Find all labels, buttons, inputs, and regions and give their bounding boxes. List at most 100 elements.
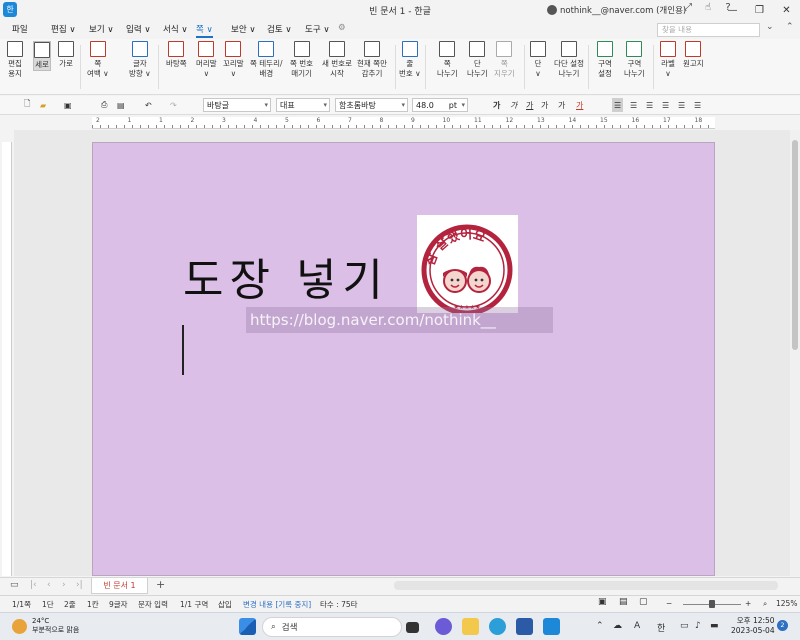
prev-tab-icon[interactable]: ‹ xyxy=(47,580,51,590)
ribbon-button-11[interactable]: 현재 쪽만 감추기 xyxy=(357,41,387,79)
next-tab-icon[interactable]: › xyxy=(62,580,66,590)
notification-badge[interactable]: 2 xyxy=(777,620,788,631)
vertical-ruler[interactable] xyxy=(2,142,12,576)
status-track-changes[interactable]: 변경 내용 [기록 중지] xyxy=(243,599,311,610)
volume-icon[interactable]: ♪ xyxy=(695,621,701,631)
font-select[interactable]: 함초롬바탕 ▾ xyxy=(335,98,408,112)
new-doc-icon[interactable]: 🗋 xyxy=(24,98,30,112)
print-preview-icon[interactable]: ▤ xyxy=(117,98,125,112)
close-icon[interactable]: ✕ xyxy=(773,0,800,20)
ribbon-toggle-icon[interactable]: ⌃ xyxy=(786,22,794,32)
ribbon-button-16[interactable]: 단 ∨ xyxy=(530,41,546,79)
redo-icon[interactable]: ↷ xyxy=(170,98,177,112)
battery-icon[interactable]: ▬ xyxy=(710,621,719,631)
menu-edit[interactable]: 편집 ∨ xyxy=(51,23,76,35)
start-icon[interactable] xyxy=(239,618,256,635)
open-folder-icon[interactable]: ▰ xyxy=(40,98,46,112)
ribbon-button-19[interactable]: 구역 나누기 xyxy=(624,41,645,79)
ruler-corner[interactable] xyxy=(0,116,14,130)
touch-icon[interactable]: ☝ xyxy=(701,2,715,13)
horizontal-scrollbar[interactable] xyxy=(394,581,778,590)
file-explorer-icon[interactable] xyxy=(462,618,479,635)
minimize-icon[interactable]: — xyxy=(719,0,746,20)
zoom-search-icon[interactable]: ⌕ xyxy=(763,599,767,609)
normal-view-icon[interactable]: ▣ xyxy=(598,597,607,607)
menu-security[interactable]: 보안 ∨ xyxy=(231,23,256,35)
menu-insert[interactable]: 입력 ∨ xyxy=(126,23,151,35)
font-lang-select[interactable]: 대표 ▾ xyxy=(276,98,330,112)
ribbon-button-5[interactable]: 바탕쪽 xyxy=(166,41,187,69)
style-select[interactable]: 바탕글 ▾ xyxy=(203,98,271,112)
ribbon-button-14[interactable]: 단 나누기 xyxy=(467,41,488,79)
sheet-list-icon[interactable]: ▭ xyxy=(10,580,19,590)
edge-icon[interactable] xyxy=(489,618,506,635)
status-insert[interactable]: 삽입 xyxy=(218,599,232,610)
ribbon-button-13[interactable]: 쪽 나누기 xyxy=(437,41,458,79)
ribbon-button-21[interactable]: 원고지 xyxy=(683,41,704,69)
full-view-icon[interactable]: ▢ xyxy=(639,597,648,607)
align-right-icon[interactable]: ☰ xyxy=(662,98,669,112)
network-icon[interactable]: ▭ xyxy=(680,621,689,631)
zoom-level[interactable]: 125% xyxy=(776,599,797,608)
scroll-thumb[interactable] xyxy=(792,140,798,350)
italic-icon[interactable]: 가 xyxy=(510,98,517,112)
ribbon-button-0[interactable]: 편집 용지 xyxy=(7,41,23,79)
zoom-slider-knob[interactable] xyxy=(709,600,715,608)
ribbon-button-8[interactable]: 쪽 테두리/ 배경 xyxy=(250,41,283,79)
align-distribute-icon[interactable]: ☰ xyxy=(678,98,685,112)
menu-page[interactable]: 쪽 ∨ xyxy=(196,23,213,38)
menu-file[interactable]: 파일 xyxy=(12,23,28,35)
menu-review[interactable]: 검토 ∨ xyxy=(267,23,292,35)
web-view-icon[interactable]: ▤ xyxy=(619,597,628,607)
menu-format[interactable]: 서식 ∨ xyxy=(163,23,188,35)
align-left-icon[interactable]: ☰ xyxy=(630,98,637,112)
find-input[interactable]: 찾을 내용 xyxy=(657,23,760,37)
tray-language[interactable]: A xyxy=(634,621,640,631)
font-size-select[interactable]: 48.0 pt ▾ xyxy=(412,98,468,112)
menu-view[interactable]: 보기 ∨ xyxy=(89,23,114,35)
ribbon-button-6[interactable]: 머리말 ∨ xyxy=(196,41,217,79)
ribbon-button-1[interactable]: 세로 xyxy=(33,41,51,71)
ribbon-button-15[interactable]: 쪽 지우기 xyxy=(494,41,515,79)
last-tab-icon[interactable]: ›| xyxy=(76,580,83,590)
stamp-image[interactable]: 참 잘했어요 ★★★★★ xyxy=(417,215,518,316)
document-heading[interactable]: 도장 넣기 xyxy=(183,244,389,308)
ribbon-button-20[interactable]: 라벨 ∨ xyxy=(660,41,676,79)
vertical-scrollbar[interactable] xyxy=(790,130,800,576)
taskbar-search[interactable]: ⌕ 검색 xyxy=(262,617,402,637)
ribbon-button-4[interactable]: 글자 방향 ∨ xyxy=(129,41,151,79)
extension-icon[interactable]: ⚙ xyxy=(338,23,346,33)
strikethrough-icon[interactable]: 가 xyxy=(541,98,548,112)
document-page[interactable] xyxy=(92,142,715,576)
underline-icon[interactable]: 가 xyxy=(526,98,533,112)
store-icon[interactable] xyxy=(516,618,533,635)
tray-ime[interactable]: 한 xyxy=(657,621,665,634)
ribbon-button-17[interactable]: 다단 설정 나누기 xyxy=(554,41,584,79)
chat-icon[interactable] xyxy=(435,618,452,635)
horizontal-ruler[interactable]: 2 1 1 2 3 4 5 6 7 8 9 10 11 12 13 14 15 16 17 18 xyxy=(92,117,715,129)
zoom-in-icon[interactable]: + xyxy=(745,599,751,608)
save-icon[interactable]: ▣ xyxy=(64,98,72,112)
cloud-icon[interactable]: ☁ xyxy=(613,621,622,631)
status-page[interactable]: 1/1쪽 xyxy=(12,599,31,610)
align-justify-icon[interactable]: ☰ xyxy=(612,98,624,112)
ribbon-button-3[interactable]: 쪽 여백 ∨ xyxy=(87,41,109,79)
menu-tools[interactable]: 도구 ∨ xyxy=(305,23,330,35)
bold-icon[interactable]: 가 xyxy=(493,98,500,112)
ribbon-button-10[interactable]: 새 번호로 시작 xyxy=(322,41,352,79)
restore-icon[interactable]: ❐ xyxy=(746,0,773,20)
tray-chevron-icon[interactable]: ⌃ xyxy=(596,621,604,631)
first-tab-icon[interactable]: |‹ xyxy=(30,580,37,590)
share-icon[interactable]: ⤢ xyxy=(681,2,695,13)
print-icon[interactable]: ⎙ xyxy=(101,98,107,112)
ribbon-button-18[interactable]: 구역 설정 xyxy=(597,41,613,79)
account-info[interactable]: nothink__@naver.com (개인용) xyxy=(547,4,686,16)
hancom-taskbar-icon[interactable] xyxy=(543,618,560,635)
tab-document-1[interactable]: 빈 문서 1 xyxy=(91,578,148,594)
align-center-icon[interactable]: ☰ xyxy=(646,98,653,112)
ribbon-button-7[interactable]: 꼬리말 ∨ xyxy=(223,41,244,79)
weather-widget[interactable]: 24°C 부분적으로 맑음 xyxy=(12,617,79,635)
task-view-icon[interactable] xyxy=(406,622,419,633)
ribbon-button-12[interactable]: 줄 번호 ∨ xyxy=(399,41,421,79)
ribbon-button-9[interactable]: 쪽 번호 매기기 xyxy=(290,41,313,79)
